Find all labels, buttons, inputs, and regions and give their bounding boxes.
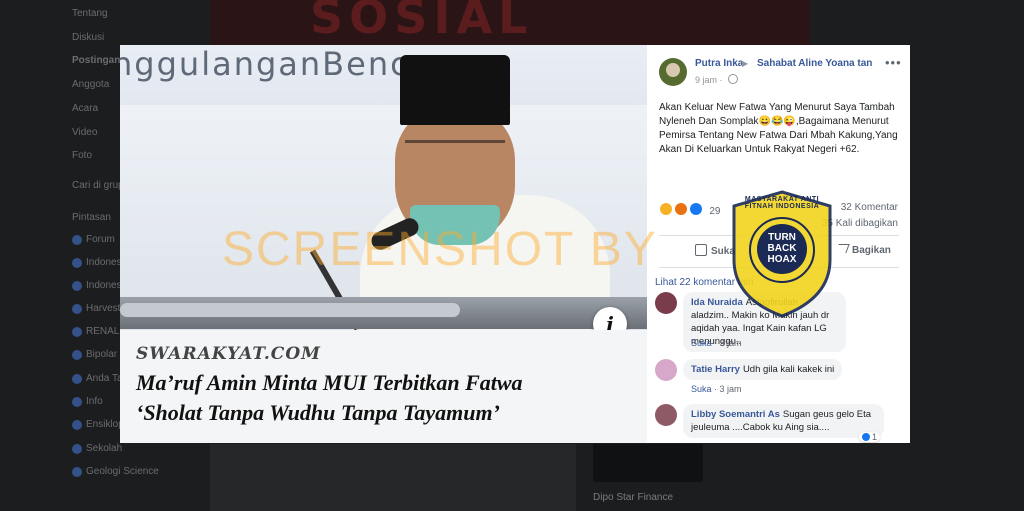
commenter-avatar[interactable]	[655, 292, 677, 314]
headline-caption: SWARAKYAT.COM Ma’ruf Amin Minta MUI Terb…	[120, 330, 647, 443]
comment-time[interactable]: 3 jam	[720, 384, 742, 394]
sidebar-item-postingan[interactable]: Postingan	[72, 55, 120, 66]
background-post-image: SOSIAL	[210, 0, 810, 45]
comment-item: Libby Soemantri As Sugan geus gelo Eta je…	[655, 404, 905, 443]
shortcut-icon	[72, 281, 82, 291]
author-name[interactable]: Putra Inka	[695, 58, 743, 69]
post-timestamp[interactable]: 9 jam ·	[695, 74, 739, 85]
badge-ring-text: MASYARAKAT ANTI FITNAH INDONESIA	[744, 196, 820, 210]
comment-bubble: Tatie Harry Udh gila kali kakek ini	[683, 359, 843, 380]
sidebar-item-video[interactable]: Video	[72, 127, 97, 138]
sidebar-item-acara[interactable]: Acara	[72, 103, 98, 114]
globe-icon	[728, 74, 739, 84]
reaction-count[interactable]: 29	[709, 206, 720, 217]
author-avatar[interactable]	[659, 58, 687, 86]
post-photo[interactable]: nggulanganBencanaa i SWARAKYAT.COM Ma’ru…	[120, 45, 647, 443]
post-body-text: Akan Keluar New Fatwa Yang Menurut Saya …	[659, 102, 898, 155]
badge-center-text: TURN BACK HOAX	[757, 224, 807, 274]
shortcut-item[interactable]: RENAL	[86, 326, 119, 337]
sidebar-item-foto[interactable]: Foto	[72, 150, 92, 161]
shortcut-icon	[72, 235, 82, 245]
share-button-label[interactable]: Bagikan	[852, 245, 891, 256]
commenter-name[interactable]: Libby Soemantri As	[691, 409, 780, 420]
comment-like-link[interactable]: Suka	[691, 384, 712, 394]
share-button[interactable]: Bagikan	[835, 244, 891, 256]
comment-bubble: Libby Soemantri As Sugan geus gelo Eta je…	[683, 404, 884, 438]
headline-line-2: ‘Sholat Tanpa Wudhu Tanpa Tayamum’	[136, 400, 500, 425]
shortcut-icon	[72, 374, 82, 384]
news-source: SWARAKYAT.COM	[136, 344, 321, 364]
shortcut-item[interactable]: Bipolar	[86, 349, 117, 360]
sponsored-ad-label[interactable]: Dipo Star Finance	[593, 492, 673, 503]
haha-reaction-icon	[659, 202, 673, 216]
comment-reaction-count[interactable]: 1	[872, 432, 877, 442]
comment-item: Tatie Harry Udh gila kali kakek ini Suka …	[655, 359, 905, 399]
shortcut-item[interactable]: Forum	[86, 234, 115, 245]
comment-meta: Suka · 3 jam	[691, 338, 742, 348]
face-mask	[410, 205, 500, 245]
thumbs-up-icon	[695, 244, 707, 256]
like-reaction-icon	[688, 202, 703, 216]
like-button[interactable]: Suka	[695, 244, 735, 257]
sidebar-item-diskusi[interactable]: Diskusi	[72, 32, 104, 43]
comment-like-link[interactable]: Suka	[691, 338, 712, 348]
photo-scene: nggulanganBencanaa	[120, 45, 647, 345]
shortcut-icon	[72, 350, 82, 360]
commenter-name[interactable]: Tatie Harry	[691, 364, 740, 375]
speaker-cap	[400, 55, 510, 125]
reactions-summary[interactable]: 29	[659, 202, 720, 217]
comment-time[interactable]: 3 jam	[720, 338, 742, 348]
background-post-image	[210, 444, 576, 511]
more-options-icon[interactable]: •••	[885, 55, 902, 70]
angry-reaction-icon	[673, 202, 688, 216]
shortcut-icon	[72, 397, 82, 407]
sponsored-ad-image[interactable]	[593, 444, 703, 482]
sidebar-item-tentang[interactable]: Tentang	[72, 8, 108, 19]
headline-line-1: Ma’ruf Amin Minta MUI Terbitkan Fatwa	[136, 370, 523, 395]
commenter-avatar[interactable]	[655, 359, 677, 381]
comment-reaction-badge[interactable]: 1	[859, 432, 881, 442]
like-reaction-icon	[862, 433, 870, 441]
comment-count[interactable]: 32 Komentar	[841, 202, 898, 213]
share-arrow-icon	[835, 244, 850, 253]
arrow-right-icon: ▶	[742, 59, 749, 68]
post-time-text[interactable]: 9 jam	[695, 75, 717, 85]
shortcut-icon	[72, 304, 82, 314]
shortcut-icon	[72, 258, 82, 268]
sidebar-item-anggota[interactable]: Anggota	[72, 79, 109, 90]
shortcut-item[interactable]: Info	[86, 396, 103, 407]
shortcut-item[interactable]: Harvest	[86, 303, 120, 314]
comment-meta: Suka · 3 jam	[691, 384, 742, 394]
shortcut-icon	[72, 444, 82, 454]
shortcut-icon	[72, 420, 82, 430]
comment-text: Udh gila kali kakek ini	[742, 364, 835, 375]
shortcut-item[interactable]: Geologi Science	[86, 466, 159, 477]
commenter-avatar[interactable]	[655, 404, 677, 426]
shortcuts-heading: Pintasan	[72, 212, 111, 223]
shortcut-icon	[72, 327, 82, 337]
shortcut-icon	[72, 467, 82, 477]
group-name-link[interactable]: Sahabat Aline Yoana tan	[757, 58, 872, 69]
turnbackhoax-badge: MASYARAKAT ANTI FITNAH INDONESIA TURN BA…	[730, 190, 834, 318]
shortcut-item[interactable]: Sekolah	[86, 443, 122, 454]
